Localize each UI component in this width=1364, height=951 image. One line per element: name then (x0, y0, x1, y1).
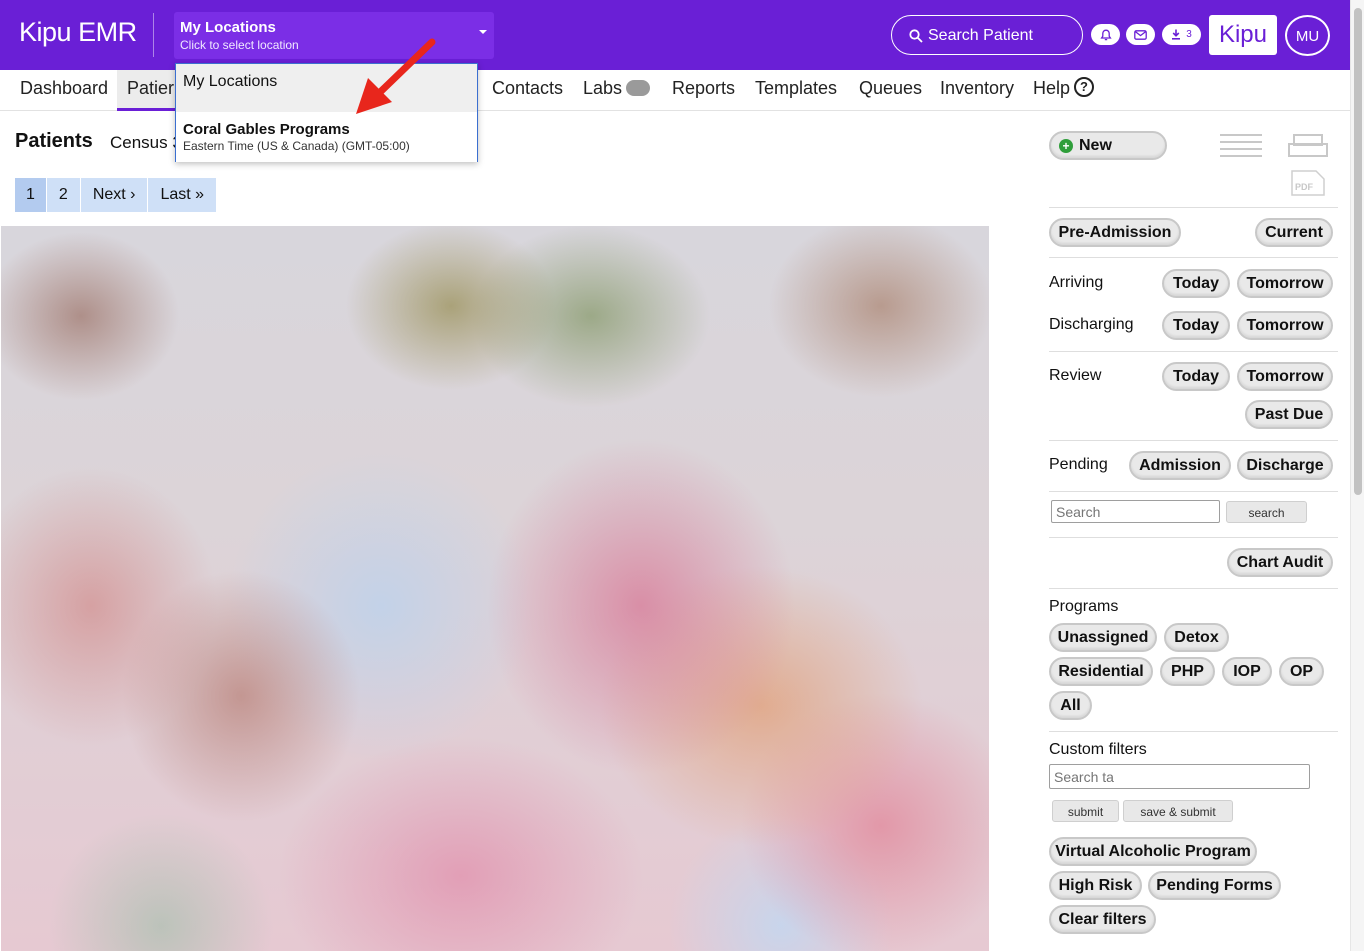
clear-filters-button[interactable]: Clear filters (1049, 905, 1156, 934)
save-and-submit-button[interactable]: save & submit (1123, 800, 1233, 822)
page-scrollbar[interactable] (1350, 0, 1364, 951)
arriving-label: Arriving (1049, 274, 1104, 291)
census-count: Census 3 (110, 133, 182, 152)
messages-button[interactable] (1126, 24, 1155, 45)
filter-virtual-alcoholic-program-button[interactable]: Virtual Alcoholic Program (1049, 837, 1257, 866)
tag-search-input[interactable] (1049, 764, 1310, 789)
app-logo[interactable]: Kipu EMR (19, 17, 137, 48)
arriving-today-button[interactable]: Today (1162, 269, 1230, 298)
program-iop-button[interactable]: IOP (1222, 657, 1272, 686)
review-past-due-button[interactable]: Past Due (1245, 400, 1333, 429)
sidebar-search-button[interactable]: search (1226, 501, 1307, 523)
user-avatar[interactable]: MU (1285, 15, 1330, 56)
sidebar-divider (1049, 491, 1338, 492)
sidebar-divider (1049, 440, 1338, 441)
sidebar-divider (1049, 537, 1338, 538)
program-residential-button[interactable]: Residential (1049, 657, 1153, 686)
new-button-label: New (1079, 137, 1112, 154)
nav-labs-label: Labs (583, 78, 623, 98)
nav-help-label: Help (1033, 78, 1071, 98)
scrollbar-thumb[interactable] (1354, 8, 1362, 495)
sidebar-divider (1049, 731, 1338, 732)
page-title: Patients (15, 130, 93, 152)
nav-labs[interactable]: Labs (583, 70, 651, 111)
mail-icon (1134, 29, 1147, 40)
caret-down-icon (479, 30, 487, 34)
program-detox-button[interactable]: Detox (1164, 623, 1229, 652)
notifications-button[interactable] (1091, 24, 1120, 45)
app-window: Kipu EMR My Locations Click to select lo… (0, 0, 1364, 951)
arriving-tomorrow-button[interactable]: Tomorrow (1237, 269, 1333, 298)
logo-kipu: Kipu (19, 17, 72, 47)
programs-label: Programs (1049, 598, 1119, 615)
bell-icon (1099, 29, 1112, 40)
search-patient-button[interactable]: Search Patient (891, 15, 1083, 55)
logo-emr: EMR (78, 17, 137, 47)
page-1-link[interactable]: 1 (15, 178, 46, 212)
location-selector[interactable]: My Locations Click to select location (174, 12, 494, 59)
program-unassigned-button[interactable]: Unassigned (1049, 623, 1157, 652)
list-view-icon[interactable] (1220, 133, 1262, 159)
location-timezone: Eastern Time (US & Canada) (GMT-05:00) (183, 139, 410, 153)
top-bar: Kipu EMR My Locations Click to select lo… (0, 0, 1350, 70)
last-page-link[interactable]: Last » (148, 178, 217, 212)
nav-reports[interactable]: Reports (672, 70, 735, 111)
program-all-button[interactable]: All (1049, 691, 1092, 720)
search-icon (909, 29, 923, 43)
flask-icon (626, 80, 651, 97)
red-arrow-annotation (356, 38, 436, 114)
downloads-count: 3 (1186, 29, 1192, 40)
header-divider (153, 13, 154, 57)
location-selector-title: My Locations (180, 19, 276, 36)
page-2-link[interactable]: 2 (46, 178, 80, 212)
discharging-today-button[interactable]: Today (1162, 311, 1230, 340)
sidebar-divider (1049, 588, 1338, 589)
pagination: 1 2 Next › Last » (15, 178, 217, 212)
sidebar-divider (1049, 207, 1338, 208)
pending-admission-button[interactable]: Admission (1129, 451, 1231, 480)
filter-high-risk-button[interactable]: High Risk (1049, 871, 1142, 900)
custom-filters-label: Custom filters (1049, 741, 1147, 758)
chart-audit-button[interactable]: Chart Audit (1227, 548, 1333, 577)
pending-label: Pending (1049, 456, 1108, 473)
help-icon: ? (1074, 77, 1095, 98)
nav-queues[interactable]: Queues (859, 70, 922, 111)
program-php-button[interactable]: PHP (1160, 657, 1215, 686)
pdf-icon[interactable]: PDF (1291, 170, 1325, 196)
download-icon (1172, 29, 1181, 40)
pdf-icon-label: PDF (1295, 182, 1314, 192)
next-page-link[interactable]: Next › (80, 178, 148, 212)
discharging-tomorrow-button[interactable]: Tomorrow (1237, 311, 1333, 340)
location-selector-subtitle: Click to select location (180, 38, 299, 52)
sidebar-search-input[interactable] (1051, 500, 1220, 523)
review-today-button[interactable]: Today (1162, 362, 1230, 391)
downloads-button[interactable]: 3 (1162, 24, 1201, 45)
sidebar-divider (1049, 351, 1338, 352)
filter-pending-forms-button[interactable]: Pending Forms (1148, 871, 1281, 900)
current-button[interactable]: Current (1255, 218, 1333, 247)
program-op-button[interactable]: OP (1279, 657, 1324, 686)
nav-templates[interactable]: Templates (755, 70, 837, 111)
location-name: Coral Gables Programs (183, 121, 350, 138)
nav-help[interactable]: Help? (1033, 70, 1095, 111)
discharging-label: Discharging (1049, 316, 1134, 333)
review-tomorrow-button[interactable]: Tomorrow (1237, 362, 1333, 391)
nav-dashboard[interactable]: Dashboard (20, 70, 108, 111)
pre-admission-button[interactable]: Pre-Admission (1049, 218, 1181, 247)
review-label: Review (1049, 367, 1102, 384)
plus-icon: + (1059, 139, 1073, 153)
nav-contacts[interactable]: Contacts (492, 70, 563, 111)
kipu-brand-button[interactable]: Kipu (1209, 15, 1277, 55)
pending-discharge-button[interactable]: Discharge (1237, 451, 1333, 480)
print-icon[interactable] (1288, 134, 1330, 158)
sidebar-divider (1049, 257, 1338, 258)
patient-list-blurred (1, 226, 989, 951)
new-patient-button[interactable]: + New (1049, 131, 1167, 160)
search-patient-label: Search Patient (928, 27, 1033, 44)
custom-filter-submit-button[interactable]: submit (1052, 800, 1119, 822)
nav-inventory[interactable]: Inventory (940, 70, 1014, 111)
